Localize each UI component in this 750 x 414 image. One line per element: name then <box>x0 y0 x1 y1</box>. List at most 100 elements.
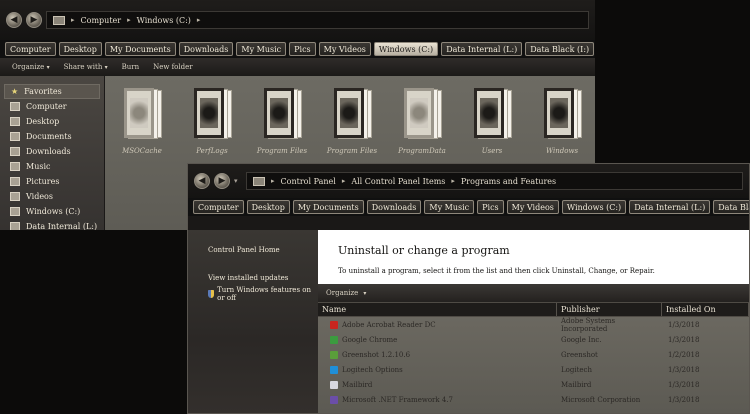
tab-item[interactable]: My Music <box>236 42 287 56</box>
program-publisher: Google Inc. <box>561 335 602 344</box>
new-folder-button[interactable]: New folder <box>153 63 193 71</box>
programs-tab-bar: Computer Desktop My Documents Downloads My M… <box>188 198 749 216</box>
nav-item[interactable]: Music <box>0 159 104 174</box>
back-arrow-icon[interactable]: ◀ <box>194 173 210 189</box>
tab-item[interactable]: My Videos <box>506 200 559 214</box>
folder-icon <box>10 132 20 141</box>
program-publisher: Mailbird <box>561 380 592 389</box>
nav-item[interactable]: Windows (C:) <box>0 204 104 219</box>
tab-item[interactable]: My Documents <box>292 200 364 214</box>
folder-icon <box>330 84 374 142</box>
column-publisher[interactable]: Publisher <box>557 303 662 316</box>
folder-icon <box>10 162 20 171</box>
explorer-nav-pane: ★ Favorites Computer Desktop Documents Down… <box>0 76 105 230</box>
chevron-right-icon: ▸ <box>196 16 201 24</box>
program-installed-on: 1/3/2018 <box>668 320 700 329</box>
program-row[interactable]: Google Chrome Google Inc. 1/3/2018 <box>318 332 749 347</box>
program-name: Google Chrome <box>342 335 398 344</box>
chevron-down-icon[interactable]: ▾ <box>363 290 366 297</box>
explorer-address-bar[interactable]: ▸ Computer ▸ Windows (C:) ▸ <box>46 11 589 29</box>
tab-item[interactable]: Downloads <box>366 200 422 214</box>
folder-icon <box>10 192 20 201</box>
nav-item-label: Computer <box>26 102 67 111</box>
program-name: Adobe Acrobat Reader DC <box>342 320 436 329</box>
control-panel-home-link[interactable]: Control Panel Home <box>208 246 318 254</box>
view-updates-link[interactable]: View installed updates <box>208 274 318 282</box>
nav-item-label: Downloads <box>26 147 71 156</box>
explorer-command-bar: Organize ▾ Share with ▾ Burn New folder <box>0 58 595 76</box>
tab-item[interactable]: Data Black (I:) <box>713 200 749 214</box>
organize-button[interactable]: Organize <box>326 289 358 297</box>
shield-icon <box>208 290 215 298</box>
program-publisher: Greenshot <box>561 350 598 359</box>
program-name-cell: Greenshot 1.2.10.6 <box>318 350 557 359</box>
tab-item[interactable]: Data Internal (L:) <box>629 200 711 214</box>
address-crumb[interactable]: All Control Panel Items <box>351 177 445 186</box>
folder-icon <box>260 84 304 142</box>
chevron-right-icon: ▸ <box>71 16 75 24</box>
tab-item[interactable]: Downloads <box>178 42 234 56</box>
program-row[interactable]: Adobe Acrobat Reader DC Adobe Systems Inc… <box>318 316 749 333</box>
program-row[interactable]: Microsoft .NET Framework 4.7 Microsoft Co… <box>318 392 749 407</box>
program-icon <box>330 365 338 374</box>
share-with-button[interactable]: Share with ▾ <box>64 63 108 71</box>
program-icon <box>330 395 338 404</box>
windows-features-link[interactable]: Turn Windows features on or off <box>208 286 318 302</box>
program-name-cell: Mailbird <box>318 380 557 389</box>
nav-item[interactable]: Data Internal (L:) <box>0 219 104 230</box>
address-crumb[interactable]: Programs and Features <box>461 177 556 186</box>
folder-label: MSOCache <box>122 147 162 155</box>
program-row[interactable]: Greenshot 1.2.10.6 Greenshot 1/2/2018 <box>318 347 749 362</box>
nav-item[interactable]: Documents <box>0 129 104 144</box>
folder-label: Users <box>481 147 503 155</box>
program-name: Greenshot 1.2.10.6 <box>342 350 411 359</box>
tab-item[interactable]: My Documents <box>104 42 176 56</box>
program-publisher: Adobe Systems Incorporated <box>561 316 616 333</box>
programs-titlebar: ◀ ▶ ▾ ▸ Control Panel ▸ All Control Pane… <box>188 164 749 198</box>
address-crumb[interactable]: Control Panel <box>281 177 336 186</box>
tab-item[interactable]: Desktop <box>246 200 290 214</box>
nav-item[interactable]: Pictures <box>0 174 104 189</box>
back-arrow-icon[interactable]: ◀ <box>6 12 22 28</box>
tab-item[interactable]: Pics <box>477 200 504 214</box>
folder-item[interactable]: MSOCache <box>113 84 171 230</box>
program-icon <box>330 350 338 359</box>
folder-icon <box>120 84 164 142</box>
tab-item[interactable]: Computer <box>5 42 56 56</box>
column-installed-on[interactable]: Installed On <box>662 303 749 316</box>
nav-item[interactable]: Desktop <box>0 114 104 129</box>
address-crumb[interactable]: Computer <box>81 16 122 25</box>
tab-item[interactable]: Windows (C:) <box>561 200 627 214</box>
address-crumb[interactable]: Windows (C:) <box>137 16 191 25</box>
chevron-right-icon: ▸ <box>271 177 275 185</box>
nav-item[interactable]: Computer <box>0 99 104 114</box>
nav-item-label: Music <box>26 162 51 171</box>
forward-arrow-icon[interactable]: ▶ <box>214 173 230 189</box>
nav-favorites[interactable]: ★ Favorites <box>4 84 100 99</box>
program-publisher: Logitech <box>561 365 592 374</box>
program-row[interactable]: Logitech Options Logitech 1/3/2018 <box>318 362 749 377</box>
program-name: Mailbird <box>342 380 373 389</box>
program-installed-on: 1/2/2018 <box>668 350 700 359</box>
tab-item[interactable]: Windows (C:) <box>373 42 439 56</box>
programs-address-bar[interactable]: ▸ Control Panel ▸ All Control Panel Item… <box>246 172 743 190</box>
tab-item[interactable]: My Music <box>424 200 475 214</box>
organize-button[interactable]: Organize ▾ <box>12 63 50 71</box>
column-name[interactable]: Name <box>318 303 557 316</box>
program-row[interactable]: Mailbird Mailbird 1/3/2018 <box>318 377 749 392</box>
tab-item[interactable]: Desktop <box>58 42 102 56</box>
tab-item[interactable]: Data Black (I:) <box>525 42 595 56</box>
tab-item[interactable]: Data Internal (L:) <box>441 42 523 56</box>
tab-item[interactable]: My Videos <box>318 42 371 56</box>
nav-item[interactable]: Videos <box>0 189 104 204</box>
burn-button[interactable]: Burn <box>122 63 140 71</box>
chevron-down-icon[interactable]: ▾ <box>234 177 242 185</box>
programs-window: ◀ ▶ ▾ ▸ Control Panel ▸ All Control Pane… <box>187 163 750 414</box>
tab-item[interactable]: Computer <box>193 200 244 214</box>
programs-command-bar: Organize ▾ <box>318 284 749 302</box>
nav-item[interactable]: Downloads <box>0 144 104 159</box>
tab-item[interactable]: Pics <box>289 42 316 56</box>
program-name-cell: Adobe Acrobat Reader DC <box>318 320 557 329</box>
forward-arrow-icon[interactable]: ▶ <box>26 12 42 28</box>
folder-icon <box>10 147 20 156</box>
